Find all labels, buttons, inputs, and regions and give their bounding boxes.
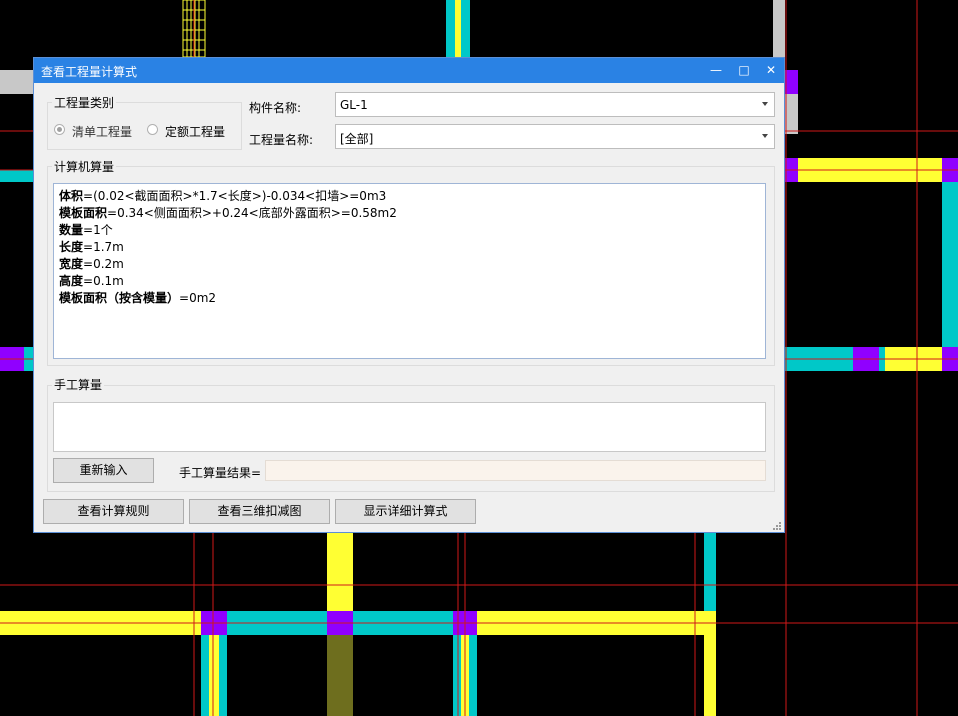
calc-line: 高度=0.1m bbox=[59, 274, 124, 288]
component-name-value: GL-1 bbox=[340, 98, 368, 112]
calc-line: 长度=1.7m bbox=[59, 240, 124, 254]
resize-grip-icon[interactable] bbox=[772, 521, 782, 531]
view-3d-deduction-button[interactable]: 查看三维扣减图 bbox=[189, 499, 330, 524]
show-detailed-formula-button[interactable]: 显示详细计算式 bbox=[335, 499, 476, 524]
radio-bill-quantity[interactable] bbox=[54, 124, 65, 135]
radio-quota-quantity-label[interactable]: 定额工程量 bbox=[165, 123, 225, 140]
computer-calc-label: 计算机算量 bbox=[52, 158, 117, 175]
radio-bill-quantity-label[interactable]: 清单工程量 bbox=[72, 123, 132, 140]
calc-line: 模板面积=0.34<侧面面积>+0.24<底部外露面积>=0.58m2 bbox=[59, 206, 397, 220]
chevron-down-icon bbox=[762, 102, 768, 106]
title-bar[interactable]: 查看工程量计算式 — □ ✕ bbox=[34, 58, 784, 83]
quantity-type-label: 工程量类别 bbox=[52, 94, 117, 111]
maximize-icon[interactable]: □ bbox=[730, 58, 758, 83]
quantity-name-value: [全部] bbox=[340, 132, 374, 146]
manual-result-label: 手工算量结果= bbox=[179, 466, 262, 480]
close-icon[interactable]: ✕ bbox=[757, 58, 785, 83]
view-calc-rules-button[interactable]: 查看计算规则 bbox=[43, 499, 184, 524]
calc-line: 数量=1个 bbox=[59, 223, 113, 237]
manual-result-field bbox=[265, 460, 766, 481]
reenter-button[interactable]: 重新输入 bbox=[53, 458, 154, 483]
manual-calc-label: 手工算量 bbox=[52, 376, 105, 393]
calc-line: 模板面积（按含模量）=0m2 bbox=[59, 291, 217, 305]
manual-calc-input[interactable] bbox=[53, 402, 766, 452]
component-name-select[interactable]: GL-1 bbox=[335, 92, 775, 117]
calc-line: 宽度=0.2m bbox=[59, 257, 124, 271]
quantity-name-select[interactable]: [全部] bbox=[335, 124, 775, 149]
calc-line: 体积=(0.02<截面面积>*1.7<长度>)-0.034<扣墙>=0m3 bbox=[59, 189, 387, 203]
chevron-down-icon bbox=[762, 134, 768, 138]
component-name-label: 构件名称: bbox=[249, 101, 302, 115]
quantity-name-label: 工程量名称: bbox=[249, 133, 314, 147]
minimize-icon[interactable]: — bbox=[702, 58, 730, 83]
computer-calc-text[interactable]: 体积=(0.02<截面面积>*1.7<长度>)-0.034<扣墙>=0m3 模板… bbox=[53, 183, 766, 359]
radio-quota-quantity[interactable] bbox=[147, 124, 158, 135]
dialog-title: 查看工程量计算式 bbox=[41, 65, 138, 79]
calc-formula-dialog: 查看工程量计算式 — □ ✕ 工程量类别 清单工程量 定额工程量 构件名称: G… bbox=[33, 57, 785, 533]
